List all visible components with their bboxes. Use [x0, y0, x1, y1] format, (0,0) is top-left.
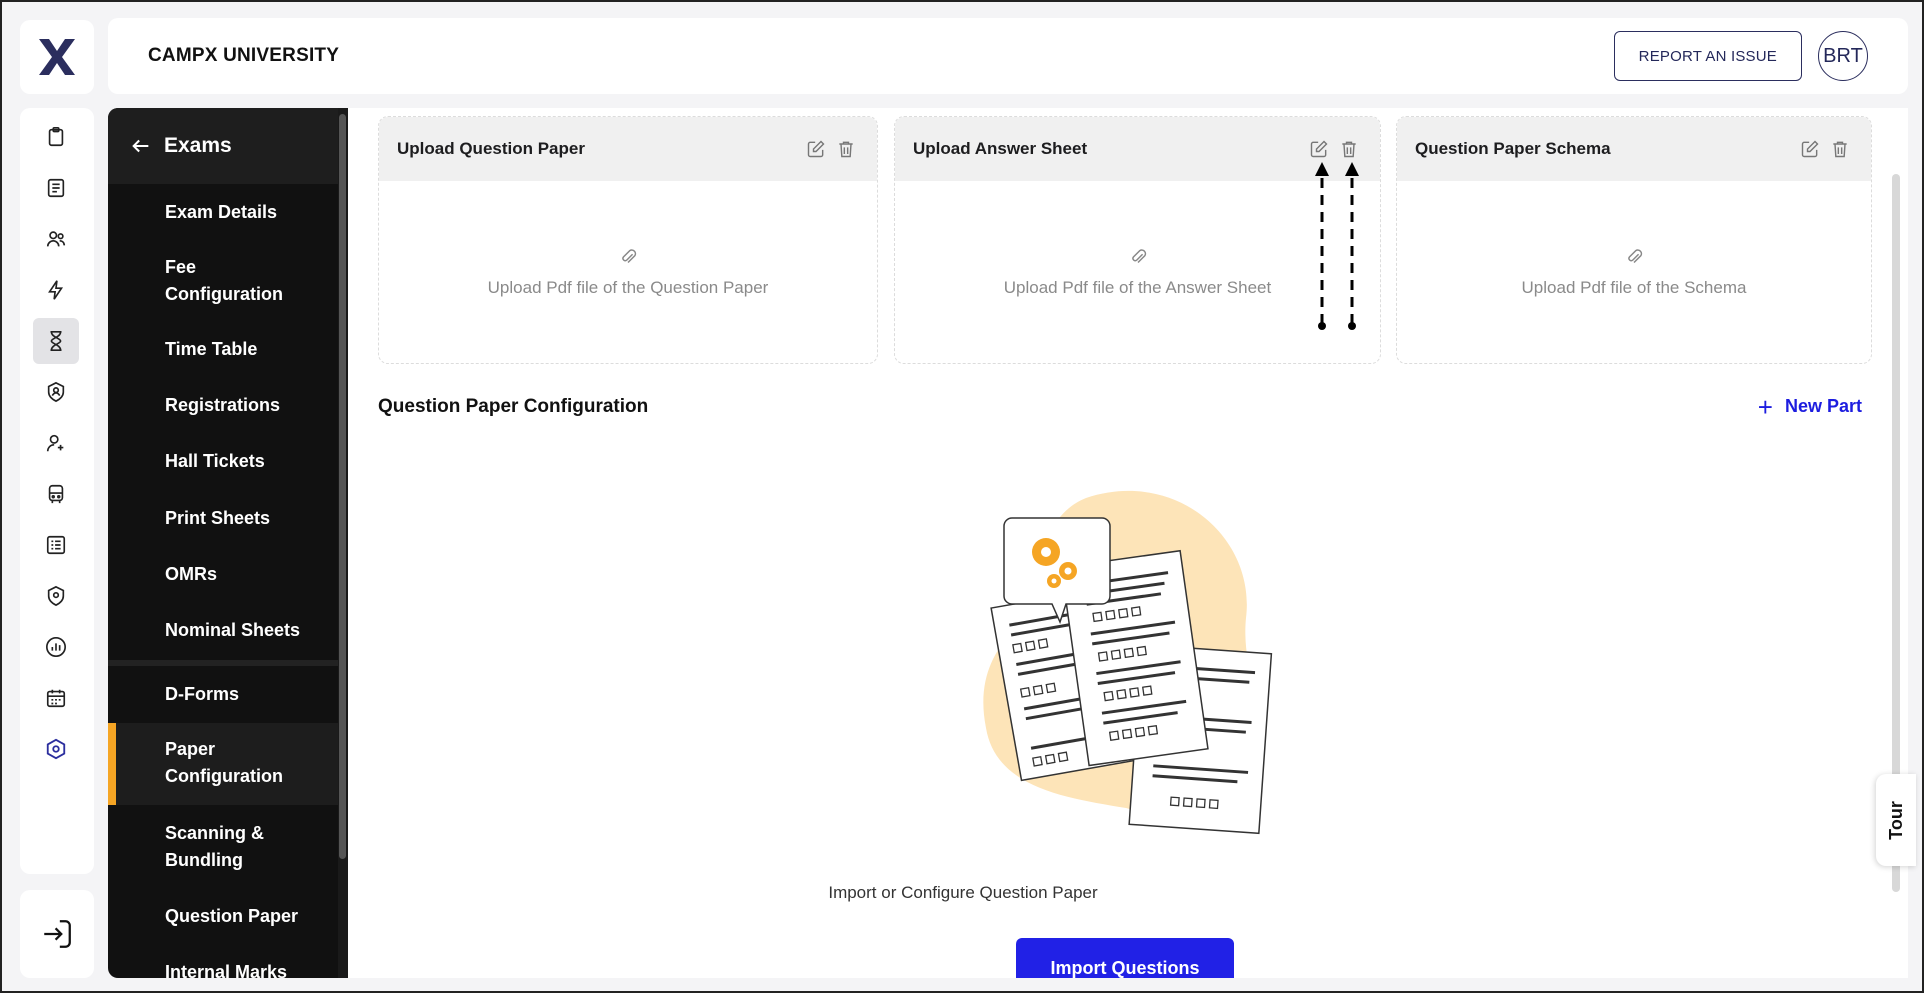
- sidebar-item-nominal-sheets[interactable]: Nominal Sheets: [108, 617, 338, 644]
- exams-sidebar: Exams Exam Details Fee Configuration Tim…: [108, 108, 348, 978]
- back-arrow-icon: [132, 139, 149, 153]
- trash-icon[interactable]: [1827, 136, 1853, 162]
- paperclip-icon: [1628, 249, 1643, 264]
- user-plus-icon[interactable]: [33, 420, 79, 466]
- import-questions-button[interactable]: Import Questions: [1016, 938, 1234, 978]
- logo-mark-icon: [39, 39, 75, 75]
- plus-icon: +: [1757, 391, 1773, 422]
- sidebar-item-registrations[interactable]: Registrations: [108, 392, 338, 419]
- clipboard-icon[interactable]: [33, 114, 79, 160]
- logout-button[interactable]: [20, 890, 94, 978]
- sidebar-scrollbar[interactable]: [338, 108, 348, 978]
- chart-icon[interactable]: [33, 624, 79, 670]
- hexagon-settings-icon[interactable]: [33, 726, 79, 772]
- university-name: CAMPX UNIVERSITY: [148, 45, 340, 66]
- card-title: Question Paper Schema: [1415, 139, 1611, 158]
- bus-icon[interactable]: [33, 471, 79, 517]
- upload-dropzone[interactable]: Upload Pdf file of the Schema: [1397, 181, 1871, 363]
- sidebar-item-fee-configuration[interactable]: Fee Configuration: [108, 254, 298, 308]
- lightning-icon[interactable]: [33, 267, 79, 313]
- question-paper-schema-card: Question Paper Schema Upload Pdf file of…: [1396, 116, 1872, 364]
- top-header: CAMPX UNIVERSITY REPORT AN ISSUE BRT: [108, 18, 1908, 94]
- new-part-label: New Part: [1784, 396, 1862, 416]
- sidebar-title: Exams: [164, 134, 232, 157]
- main-content: Upload Question Paper Upload Pdf file of…: [348, 108, 1908, 978]
- tour-label: Tour: [1885, 800, 1906, 840]
- card-header: Question Paper Schema: [1397, 117, 1871, 181]
- sidebar-item-question-paper[interactable]: Question Paper: [108, 903, 338, 930]
- sidebar-item-omrs[interactable]: OMRs: [108, 561, 338, 588]
- icon-rail: [20, 108, 94, 874]
- calendar-icon[interactable]: [33, 675, 79, 721]
- sidebar-item-exam-details[interactable]: Exam Details: [108, 199, 338, 226]
- sidebar-item-hall-tickets[interactable]: Hall Tickets: [108, 448, 338, 475]
- question-paper-illustration: [983, 490, 1273, 835]
- sidebar-back-header[interactable]: Exams: [108, 108, 338, 184]
- upload-hint: Upload Pdf file of the Schema: [1521, 278, 1747, 297]
- section-title: Question Paper Configuration: [378, 396, 649, 417]
- sidebar-item-scanning-bundling[interactable]: Scanning & Bundling: [108, 820, 338, 874]
- sidebar-item-internal-marks[interactable]: Internal Marks: [108, 959, 338, 978]
- new-part-button[interactable]: + New Part: [1757, 391, 1862, 422]
- campx-logo[interactable]: [20, 20, 94, 94]
- users-icon[interactable]: [33, 216, 79, 262]
- shield-user-icon[interactable]: [33, 369, 79, 415]
- logout-icon: [44, 920, 71, 948]
- sidebar-item-d-forms[interactable]: D-Forms: [108, 681, 338, 708]
- sidebar-item-paper-configuration[interactable]: Paper Configuration: [108, 723, 338, 805]
- hourglass-icon[interactable]: [33, 318, 79, 364]
- shield-pin-icon[interactable]: [33, 573, 79, 619]
- document-icon[interactable]: [33, 165, 79, 211]
- tour-button[interactable]: Tour: [1876, 774, 1916, 866]
- sidebar-divider: [108, 660, 338, 666]
- edit-icon[interactable]: [1797, 136, 1823, 162]
- sidebar-item-time-table[interactable]: Time Table: [108, 336, 338, 363]
- sidebar-item-print-sheets[interactable]: Print Sheets: [108, 505, 338, 532]
- list-document-icon[interactable]: [33, 522, 79, 568]
- sidebar-scrollbar-thumb[interactable]: [339, 114, 346, 859]
- empty-state-text: Import or Configure Question Paper: [828, 883, 1098, 902]
- report-issue-button[interactable]: REPORT AN ISSUE: [1613, 31, 1802, 81]
- avatar[interactable]: BRT: [1818, 31, 1868, 81]
